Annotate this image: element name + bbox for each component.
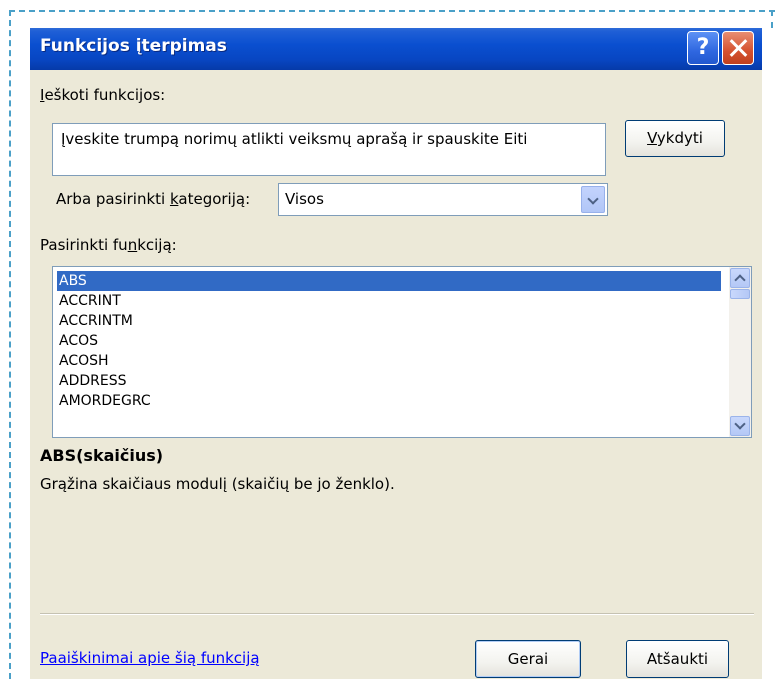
title-bar[interactable]: Funkcijos įterpimas ? [30, 28, 762, 70]
cancel-button[interactable]: Atšaukti [626, 640, 729, 678]
list-scrollbar[interactable] [729, 267, 751, 437]
category-label: Arba pasirinkti kategoriją: [56, 190, 251, 208]
list-item[interactable]: ACCRINTM [57, 311, 721, 331]
list-item[interactable]: ACOSH [57, 351, 721, 371]
help-button[interactable]: ? [687, 31, 719, 65]
window-title: Funkcijos įterpimas [40, 36, 227, 56]
function-signature: ABS(skaičius) [40, 446, 164, 465]
list-item[interactable]: ADDRESS [57, 371, 721, 391]
selection-border-top [9, 10, 775, 12]
insert-function-dialog: Funkcijos įterpimas ? Ieškoti funkcijos:… [30, 28, 762, 679]
divider [40, 613, 754, 615]
close-button[interactable] [722, 31, 754, 65]
selection-border-left [9, 10, 11, 679]
function-description: Grąžina skaičiaus modulį (skaičių be jo … [40, 475, 395, 493]
functions-label: Pasirinkti funkciją: [40, 236, 177, 254]
list-item[interactable]: ABS [57, 271, 721, 291]
chevron-down-icon[interactable] [581, 186, 605, 213]
category-selected-value: Visos [285, 190, 324, 208]
list-item[interactable]: ACOS [57, 331, 721, 351]
category-select[interactable]: Visos [278, 183, 608, 216]
scroll-down-icon[interactable] [730, 416, 750, 436]
search-input[interactable]: Įveskite trumpą norimų atlikti veiksmų a… [52, 123, 606, 176]
list-item[interactable]: AMORDEGRC [57, 391, 721, 411]
go-button[interactable]: Vykdyti [625, 120, 725, 157]
function-list[interactable]: ABS ACCRINT ACCRINTM ACOS ACOSH ADDRESS … [52, 266, 752, 438]
ok-button[interactable]: Gerai [475, 640, 581, 678]
help-icon: ? [696, 35, 710, 60]
scroll-thumb[interactable] [730, 289, 750, 299]
search-label: Ieškoti funkcijos: [40, 86, 166, 104]
selection-border-right [771, 10, 773, 28]
scroll-up-icon[interactable] [730, 268, 750, 288]
help-link[interactable]: Paaiškinimai apie šią funkciją [40, 649, 260, 667]
list-item[interactable]: ACCRINT [57, 291, 721, 311]
